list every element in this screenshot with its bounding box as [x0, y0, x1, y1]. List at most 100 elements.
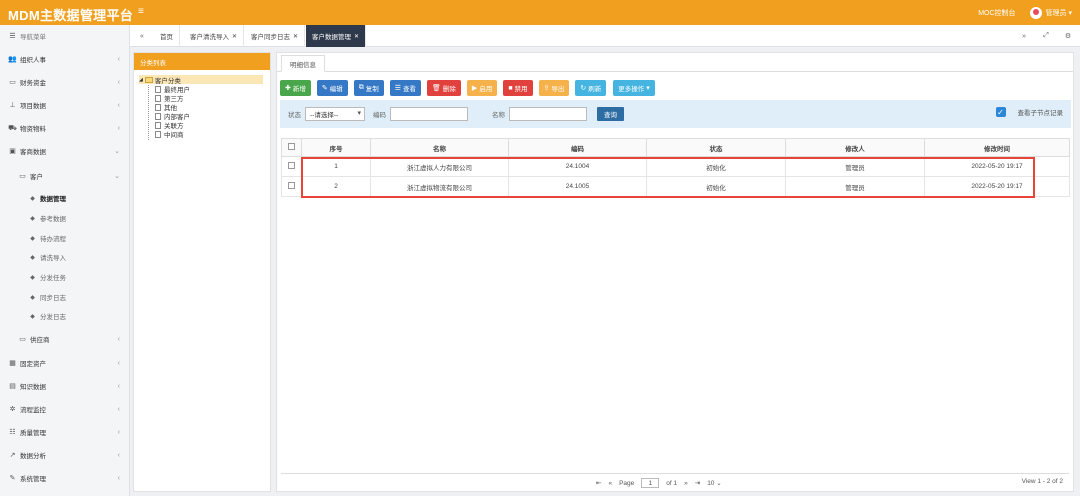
- sidebar-item-supplier[interactable]: ▭ 供应商 ‹: [0, 329, 130, 349]
- checkbox-checked-icon[interactable]: ✓: [995, 107, 1006, 117]
- sidebar-leaf-sync-log[interactable]: ◆ 同步日志: [0, 287, 130, 307]
- sidebar-item-finance[interactable]: ▭ 财务资金 ‹: [0, 72, 130, 92]
- sitemap-icon: ⊥: [9, 102, 16, 109]
- tab-bar: « 首页 客户清洗导入 ✕ 客户同步日志 ✕ 客户数据管理 ✕ » ⤢ ⚙: [130, 25, 1080, 47]
- col-header[interactable]: 修改时间: [924, 138, 1070, 157]
- checkbox-icon[interactable]: [288, 162, 295, 169]
- query-button[interactable]: 查询: [597, 107, 624, 121]
- tab-label: 客户同步日志: [251, 34, 290, 41]
- prev-page-icon[interactable]: «: [608, 480, 612, 487]
- last-page-icon[interactable]: ⇥: [695, 479, 700, 487]
- caret-down-icon[interactable]: ◢: [139, 77, 143, 83]
- enable-button[interactable]: ▶ 启用: [466, 80, 498, 96]
- table-row[interactable]: 2 浙江虚拟物流有限公司 24.1005 初始化 管理员 2022-05-20 …: [281, 176, 1070, 197]
- sidebar-leaf-dispatch-log[interactable]: ◆ 分发日志: [0, 306, 130, 326]
- tree-node[interactable]: 其他: [155, 103, 177, 112]
- status-select[interactable]: --请选择--: [305, 107, 365, 121]
- col-header[interactable]: 修改人: [785, 138, 925, 157]
- table-row[interactable]: 1 浙江虚拟人力有限公司 24.1004 初始化 管理员 2022-05-20 …: [281, 156, 1070, 177]
- chevron-left-icon: ‹: [117, 359, 120, 367]
- view-range-text: View 1 - 2 of 2: [1021, 478, 1063, 485]
- sidebar-leaf-import[interactable]: ◆ 请洗导入: [0, 247, 130, 267]
- tree-node[interactable]: 中间商: [155, 130, 184, 139]
- checkbox-icon[interactable]: [288, 182, 295, 189]
- page-input[interactable]: 1: [641, 478, 660, 488]
- sidebar-item-quality[interactable]: ☷ 质量管理 ‹: [0, 422, 130, 442]
- chevron-down-icon: ⌄: [114, 148, 120, 155]
- sidebar-item-system[interactable]: ✎ 系统管理 ‹: [0, 468, 130, 488]
- tab-customer-data[interactable]: 客户数据管理 ✕: [306, 25, 367, 47]
- sidebar-leaf-reference[interactable]: ◆ 参考数据: [0, 208, 130, 228]
- export-button[interactable]: ⇪ 导出: [538, 80, 570, 96]
- scroll-left-icon[interactable]: «: [132, 25, 152, 47]
- tree-node[interactable]: 第三方: [155, 94, 184, 103]
- tree-root[interactable]: ◢ 客户分类: [139, 75, 263, 85]
- more-actions-button[interactable]: 更多操作 ▾: [613, 80, 655, 96]
- edit-label: 编辑: [329, 86, 343, 93]
- menu-icon[interactable]: ≡: [138, 6, 144, 17]
- disable-button[interactable]: ■ 禁用: [503, 80, 533, 96]
- console-link[interactable]: MOC控制台: [978, 8, 1015, 18]
- sidebar-item-customer[interactable]: ▭ 客户 ⌄: [0, 166, 130, 186]
- tab-detail[interactable]: 明细信息: [281, 55, 325, 72]
- user-name: 管理员 ▾: [1045, 9, 1072, 17]
- close-icon[interactable]: ✕: [293, 33, 298, 40]
- close-icon[interactable]: ✕: [232, 33, 237, 40]
- view-button[interactable]: ☰ 查看: [389, 80, 422, 96]
- sidebar-item-process[interactable]: ✲ 流程监控 ‹: [0, 399, 130, 419]
- sidebar-leaf-data-manage[interactable]: ◆ 数据管理: [0, 188, 130, 208]
- tab-label: 首页: [160, 34, 173, 41]
- select-all-cell[interactable]: [281, 138, 302, 157]
- next-page-icon[interactable]: »: [684, 480, 688, 487]
- copy-icon: ⧉: [358, 84, 364, 91]
- tab-customer-import[interactable]: 客户清洗导入 ✕: [184, 25, 245, 47]
- add-button[interactable]: ✚ 新增: [280, 80, 311, 96]
- chevron-left-icon: ‹: [117, 124, 120, 132]
- include-children-toggle[interactable]: ✓ 查看子节点记录: [995, 107, 1063, 117]
- tree-node[interactable]: 关联方: [155, 121, 184, 130]
- edit-button[interactable]: ✎ 编辑: [316, 80, 348, 96]
- table-cell: 浙江虚拟物流有限公司: [370, 176, 509, 197]
- status-label: 状态: [288, 112, 301, 119]
- row-select-cell[interactable]: [281, 156, 302, 177]
- sidebar-item-merchant[interactable]: ▣ 客商数据 ⌄: [0, 141, 130, 161]
- sidebar-item-assets[interactable]: ▦ 固定资产 ‹: [0, 353, 130, 373]
- col-header[interactable]: 序号: [301, 138, 371, 157]
- col-header[interactable]: 状态: [646, 138, 786, 157]
- scroll-right-icon[interactable]: »: [1014, 25, 1034, 47]
- user-menu[interactable]: 管理员 ▾: [1029, 6, 1072, 19]
- col-header[interactable]: 名称: [370, 138, 509, 157]
- gear-icon[interactable]: ⚙: [1058, 25, 1078, 47]
- tab-home[interactable]: 首页: [154, 25, 180, 47]
- tab-customer-sync-log[interactable]: 客户同步日志 ✕: [245, 25, 306, 47]
- data-table: 序号 名称 编码 状态 修改人 修改时间 1 浙江虚拟人力有限公司 24.100…: [281, 138, 1070, 197]
- file-icon: [155, 85, 161, 93]
- col-header[interactable]: 编码: [508, 138, 647, 157]
- sidebar-item-material[interactable]: ⛟ 物资物料 ‹: [0, 118, 130, 138]
- fullscreen-icon[interactable]: ⤢: [1036, 25, 1056, 47]
- copy-button[interactable]: ⧉ 复制: [353, 80, 384, 96]
- refresh-button[interactable]: ↻ 刷新: [575, 80, 607, 96]
- users-icon: 👥: [8, 56, 17, 63]
- sidebar-item-label: 客商数据: [20, 149, 46, 156]
- sidebar-item-knowledge[interactable]: ▤ 知识数据 ‹: [0, 376, 130, 396]
- page-size-select[interactable]: 10 ⌄: [707, 479, 722, 487]
- sidebar-item-project[interactable]: ⊥ 项目数据 ‹: [0, 95, 130, 115]
- delete-button[interactable]: 🗑 删除: [427, 80, 461, 96]
- close-icon[interactable]: ✕: [354, 33, 359, 40]
- sidebar-leaf-todo[interactable]: ◆ 待办流程: [0, 228, 130, 248]
- row-select-cell[interactable]: [281, 176, 302, 197]
- first-page-icon[interactable]: ⇤: [596, 479, 601, 487]
- table-cell: 24.1005: [508, 176, 647, 197]
- sidebar-item-analysis[interactable]: ↗ 数据分析 ‹: [0, 445, 130, 465]
- sidebar-leaf-dispatch[interactable]: ◆ 分发任务: [0, 267, 130, 287]
- tree-node[interactable]: 最终用户: [155, 85, 190, 94]
- sidebar-item-label: 数据分析: [20, 453, 46, 460]
- tree-node[interactable]: 内部客户: [155, 112, 190, 121]
- code-input[interactable]: [390, 107, 468, 121]
- name-input[interactable]: [509, 107, 587, 121]
- sidebar-item-org[interactable]: 👥 组织人事 ‹: [0, 49, 130, 69]
- sidebar-leaf-label: 参考数据: [40, 216, 66, 223]
- checkbox-icon[interactable]: [288, 143, 295, 150]
- sidebar-item-label: 系统管理: [20, 476, 46, 483]
